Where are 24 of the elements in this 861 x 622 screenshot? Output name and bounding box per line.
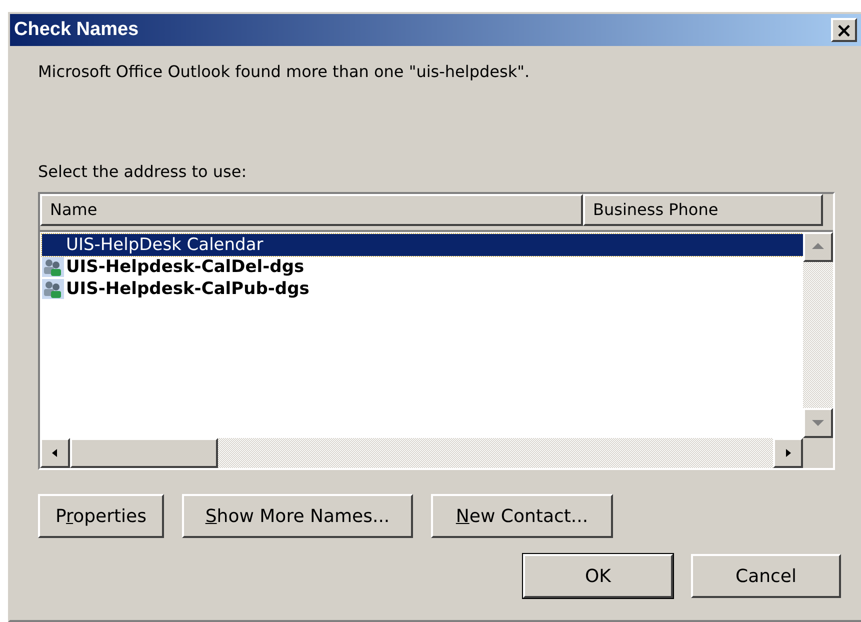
dialog-button[interactable]: Properties [38,494,164,538]
contact-name: UIS-Helpdesk-CalPub-dgs [66,280,310,298]
list-row[interactable]: UIS-Helpdesk-CalDel-dgs [42,256,803,278]
column-header[interactable]: Name [40,194,583,226]
window-title: Check Names [14,18,139,42]
ok-button[interactable]: OK [523,554,673,598]
dialog-button[interactable]: Show More Names... [182,494,413,538]
close-button[interactable]: × [831,18,857,42]
column-header[interactable]: Business Phone [583,194,823,226]
list-row[interactable]: UIS-HelpDesk Calendar [42,234,803,256]
scroll-left-button[interactable] [40,438,70,468]
message-text: Microsoft Office Outlook found more than one "uis-helpdesk". [38,61,531,83]
dialog-button[interactable]: New Contact... [431,494,613,538]
scroll-thumb[interactable] [70,438,218,468]
scroll-up-button[interactable] [803,232,833,262]
contact-name: UIS-HelpDesk Calendar [66,236,264,254]
list-row[interactable]: UIS-Helpdesk-CalPub-dgs [42,278,803,300]
dialog-button[interactable]: Cancel [691,554,841,598]
scroll-down-button[interactable] [803,408,833,438]
vertical-scrollbar[interactable] [803,232,833,438]
horizontal-scrollbar[interactable] [40,438,803,468]
prompt-label: Select the address to use: [38,161,248,183]
scroll-right-button[interactable] [773,438,803,468]
contact-name: UIS-Helpdesk-CalDel-dgs [66,258,304,276]
